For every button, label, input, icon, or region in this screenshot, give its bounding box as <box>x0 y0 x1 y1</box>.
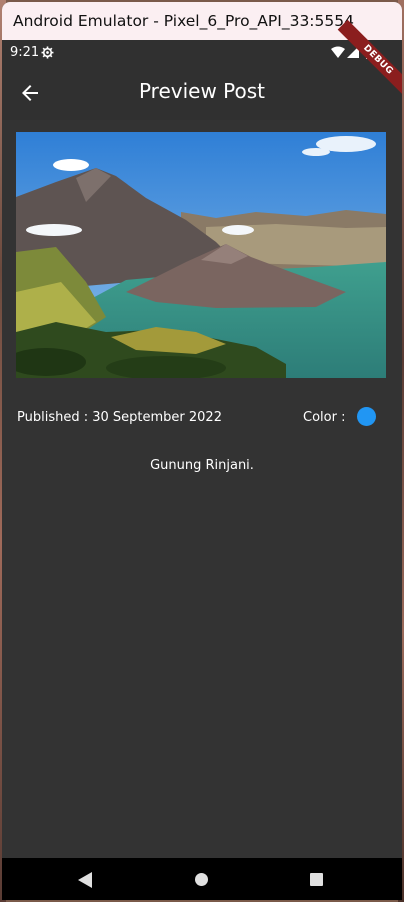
published-date: Published : 30 September 2022 <box>17 410 222 425</box>
color-swatch[interactable] <box>357 407 376 426</box>
emulator-window: Android Emulator - Pixel_6_Pro_API_33:55… <box>2 2 402 900</box>
status-time: 9:21 <box>10 45 40 60</box>
back-triangle-icon[interactable] <box>78 872 92 888</box>
home-circle-icon[interactable] <box>195 873 208 886</box>
post-image <box>16 132 386 378</box>
system-nav-bar <box>2 858 402 900</box>
post-meta: Published : 30 September 2022 Color : <box>2 402 402 432</box>
recents-square-icon[interactable] <box>310 873 323 886</box>
window-title: Android Emulator - Pixel_6_Pro_API_33:55… <box>13 12 354 30</box>
status-bar: 9:21 <box>2 40 402 66</box>
app-bar: Preview Post <box>2 66 402 120</box>
gear-icon <box>41 46 54 59</box>
color-label: Color : <box>303 410 346 425</box>
page-title: Preview Post <box>138 79 266 103</box>
post-caption: Gunung Rinjani. <box>150 458 254 473</box>
wifi-icon <box>331 46 345 58</box>
post-preview: Published : 30 September 2022 Color : Gu… <box>2 120 402 858</box>
